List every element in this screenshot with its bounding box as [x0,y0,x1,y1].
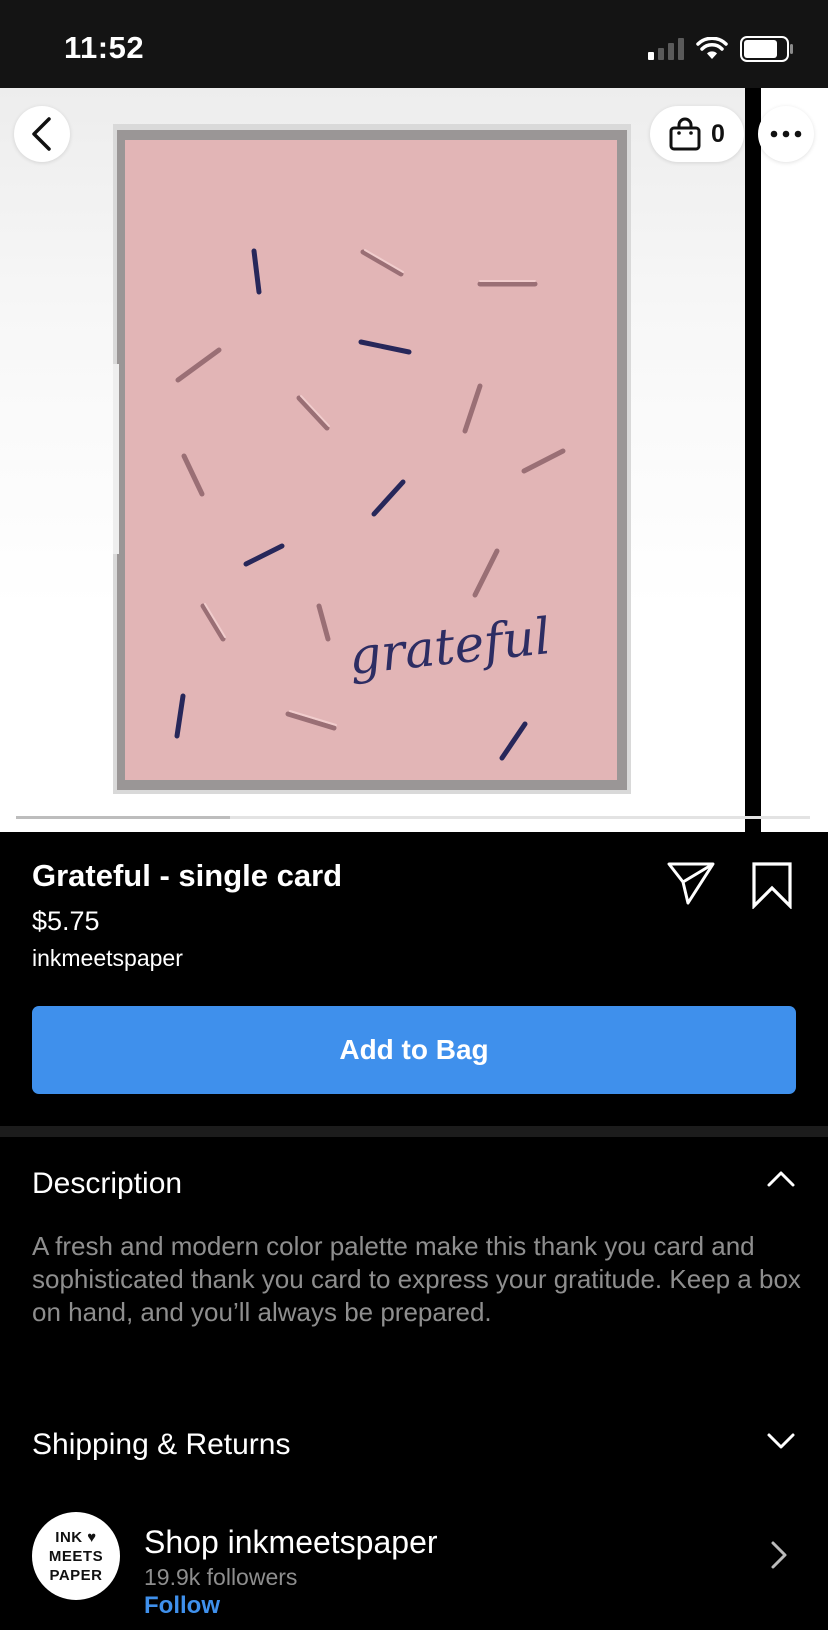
add-to-bag-button[interactable]: Add to Bag [32,1006,796,1094]
shop-logo-line: INK ♥ [55,1528,97,1546]
bookmark-icon[interactable] [751,861,793,909]
description-heading[interactable]: Description [32,1167,182,1201]
wifi-icon [696,37,728,59]
product-image: grateful [113,124,631,794]
shop-name[interactable]: Shop inkmeetspaper [144,1524,438,1561]
gallery-progress-track [16,816,810,819]
section-divider [0,1126,828,1137]
status-time: 11:52 [64,30,145,65]
back-button[interactable] [14,106,70,162]
chevron-up-icon[interactable] [766,1170,796,1188]
battery-icon [740,36,793,62]
chevron-down-icon[interactable] [766,1432,796,1450]
product-price: $5.75 [32,906,100,936]
product-title: Grateful - single card [32,858,343,893]
chevron-right-icon[interactable] [770,1540,788,1570]
shop-logo-line: PAPER [49,1566,103,1584]
description-text: A fresh and modern color palette make th… [32,1231,801,1327]
status-bar: 11:52 [0,0,828,88]
shopping-bag-button[interactable]: 0 [650,106,744,162]
bag-count: 0 [711,119,725,148]
gallery-divider [745,88,761,832]
product-seller-link[interactable]: inkmeetspaper [32,945,183,972]
more-options-button[interactable] [758,106,814,162]
back-icon [32,117,51,151]
next-image-preview[interactable] [761,88,828,832]
signal-icon [648,38,684,60]
product-image-gallery[interactable]: grateful [0,88,828,832]
shipping-returns-heading[interactable]: Shipping & Returns [32,1428,291,1462]
shop-avatar[interactable]: INK ♥ MEETS PAPER [32,1512,120,1600]
gallery-progress-fill [16,816,231,819]
status-icons [648,36,794,62]
more-icon [770,130,802,138]
bag-icon [669,117,701,151]
follow-button[interactable]: Follow [144,1592,220,1620]
share-icon[interactable] [666,860,716,906]
shop-followers: 19.9k followers [144,1564,298,1590]
shop-logo-line: MEETS [48,1547,104,1565]
